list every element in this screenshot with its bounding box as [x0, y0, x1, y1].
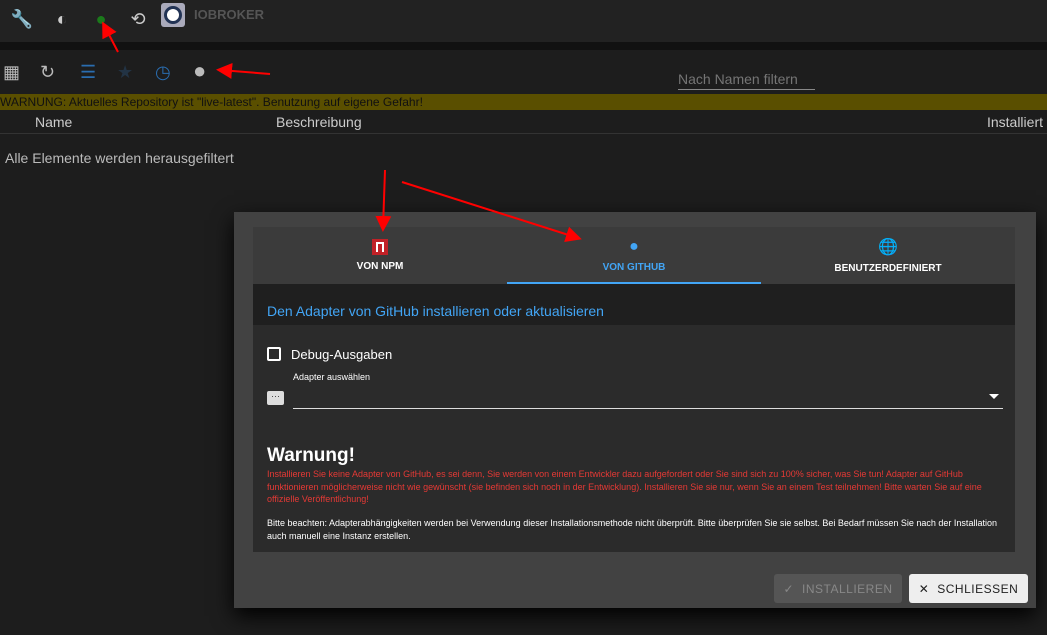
tab-npm[interactable]: VON NPM: [253, 227, 507, 284]
grid-icon[interactable]: ▦: [3, 62, 20, 83]
globe-icon: 🌐: [878, 239, 898, 256]
dropdown-arrow-icon: [989, 394, 999, 404]
github-icon[interactable]: ●: [193, 58, 206, 84]
dialog-subtitle: Den Adapter von GitHub installieren oder…: [253, 284, 1015, 325]
message-icon: ···: [267, 391, 284, 405]
sync-off-icon[interactable]: ⟲: [126, 7, 150, 31]
list-icon[interactable]: ☰: [80, 62, 96, 83]
tab-label: VON GITHUB: [602, 262, 666, 273]
top-bar: 🔧 ◐ ● ⟲ IOBROKER: [0, 0, 1047, 42]
github-panel: Debug-Ausgaben Adapter auswählen ··· War…: [253, 325, 1015, 552]
install-label: INSTALLIEREN: [802, 581, 893, 596]
debug-checkbox[interactable]: [267, 347, 281, 361]
note-text: Bitte beachten: Adapterabhängigkeiten we…: [267, 518, 997, 541]
empty-message: Alle Elemente werden herausgefiltert: [5, 150, 234, 166]
adapter-select-label: Adapter auswählen: [293, 372, 371, 382]
install-button[interactable]: ✓ INSTALLIEREN: [774, 574, 902, 603]
wrench-icon[interactable]: 🔧: [10, 7, 34, 31]
check-icon: ✓: [783, 581, 795, 596]
brightness-icon[interactable]: ◐: [50, 7, 74, 31]
name-filter-input[interactable]: [678, 60, 815, 90]
close-button[interactable]: ✕ SCHLIESSEN: [909, 574, 1028, 603]
adapter-select[interactable]: [293, 385, 1003, 409]
brand-name: IOBROKER: [194, 7, 265, 22]
install-dialog: VON NPM ● VON GITHUB 🌐 BENUTZERDEFINIERT D…: [234, 212, 1036, 608]
close-icon: ✕: [918, 581, 930, 596]
divider: [0, 42, 1047, 50]
repository-warning: WARNUNG: Aktuelles Repository ist "live-…: [0, 94, 1047, 110]
column-installed[interactable]: Installiert: [987, 114, 1043, 130]
star-icon[interactable]: ★: [117, 62, 133, 83]
npm-icon: [372, 239, 388, 255]
adapter-toolbar: ▦ ↻ ☰ ★ ◷ ●: [0, 50, 1047, 94]
update-icon[interactable]: ◷: [155, 62, 171, 83]
table-header: Name Beschreibung Installiert: [0, 110, 1047, 134]
debug-label[interactable]: Debug-Ausgaben: [291, 347, 392, 362]
iobroker-logo: [161, 3, 185, 27]
source-tabs: VON NPM ● VON GITHUB 🌐 BENUTZERDEFINIERT: [253, 227, 1015, 284]
tab-label: VON NPM: [356, 261, 404, 272]
close-label: SCHLIESSEN: [937, 581, 1019, 596]
warning-text: Installieren Sie keine Adapter von GitHu…: [267, 469, 982, 504]
refresh-icon[interactable]: ↻: [40, 62, 55, 83]
github-icon: ●: [629, 238, 639, 255]
tab-github[interactable]: ● VON GITHUB: [507, 227, 761, 284]
column-name[interactable]: Name: [35, 114, 72, 130]
column-description[interactable]: Beschreibung: [276, 114, 362, 130]
expert-mode-icon[interactable]: ●: [89, 7, 113, 31]
tab-custom[interactable]: 🌐 BENUTZERDEFINIERT: [761, 227, 1015, 284]
tab-label: BENUTZERDEFINIERT: [834, 263, 942, 274]
warning-title: Warnung!: [267, 445, 355, 466]
